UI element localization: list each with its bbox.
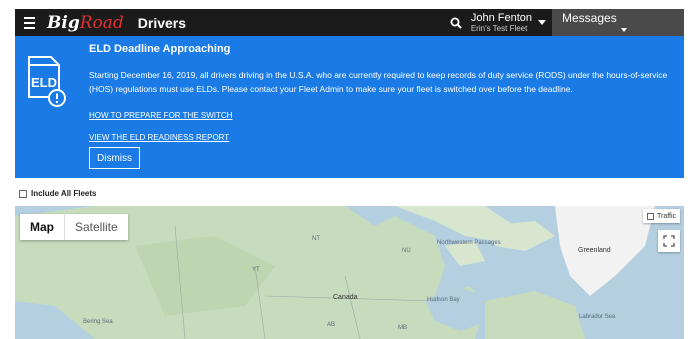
page-title: Drivers: [137, 14, 187, 31]
map-label-mb: MB: [398, 325, 407, 331]
traffic-toggle[interactable]: Traffic: [643, 209, 681, 223]
include-all-fleets-label: Include All Fleets: [31, 189, 97, 198]
top-bar: Big Road Drivers John Fenton Erin's Test …: [15, 9, 684, 36]
map-label-canada: Canada: [333, 294, 358, 301]
map-label-nt: NT: [312, 236, 320, 242]
map-type-satellite-button[interactable]: Satellite: [64, 214, 128, 240]
traffic-label: Traffic: [657, 212, 677, 220]
eld-deadline-banner: ELD ELD Deadline Approaching Starting De…: [15, 36, 684, 178]
menu-icon[interactable]: [15, 9, 43, 36]
map-type-control: Map Satellite: [20, 214, 128, 240]
search-icon[interactable]: [445, 9, 467, 36]
banner-body: Starting December 16, 2019, all drivers …: [89, 70, 668, 94]
messages-button[interactable]: Messages: [552, 9, 684, 36]
map-label-labrador-sea: Labrador Sea: [579, 314, 616, 320]
prepare-for-switch-link[interactable]: HOW TO PREPARE FOR THE SWITCH: [89, 111, 232, 120]
messages-label: Messages: [562, 11, 617, 25]
fullscreen-icon: [663, 235, 675, 247]
eld-document-icon: ELD: [28, 56, 66, 107]
messages-chevron-icon[interactable]: [621, 28, 627, 32]
dismiss-button[interactable]: Dismiss: [89, 147, 140, 169]
include-all-fleets-row[interactable]: Include All Fleets: [19, 189, 97, 198]
traffic-checkbox[interactable]: [647, 212, 654, 220]
eld-icon-text: ELD: [31, 75, 57, 90]
map-label-hudson-bay: Hudson Bay: [427, 297, 460, 303]
bigroad-logo[interactable]: Big Road: [47, 13, 124, 33]
map-label-ab: AB: [327, 322, 336, 328]
user-name: John Fenton: [470, 11, 532, 24]
user-fleet: Erin's Test Fleet: [470, 23, 528, 33]
eld-readiness-report-link[interactable]: VIEW THE ELD READINESS REPORT: [89, 133, 229, 142]
map-type-map-button[interactable]: Map: [20, 214, 64, 240]
map-label-yt: YT: [252, 267, 260, 273]
chevron-down-icon[interactable]: [538, 20, 546, 25]
include-all-fleets-checkbox[interactable]: [19, 189, 27, 198]
logo-big-text: Big: [47, 12, 80, 33]
fullscreen-button[interactable]: [658, 230, 680, 252]
map-view[interactable]: NU Northwestern Passages Greenland NT YT…: [15, 206, 684, 339]
banner-title: ELD Deadline Approaching: [89, 43, 231, 55]
logo-road-text: Road: [79, 12, 124, 33]
map-label-bering-sea: Bering Sea: [83, 319, 113, 325]
map-label-nu: NU: [402, 248, 411, 254]
user-menu[interactable]: John Fenton Erin's Test Fleet: [470, 11, 552, 33]
map-label-greenland: Greenland: [578, 247, 611, 254]
map-label-northwestern-passages: Northwestern Passages: [437, 240, 501, 246]
